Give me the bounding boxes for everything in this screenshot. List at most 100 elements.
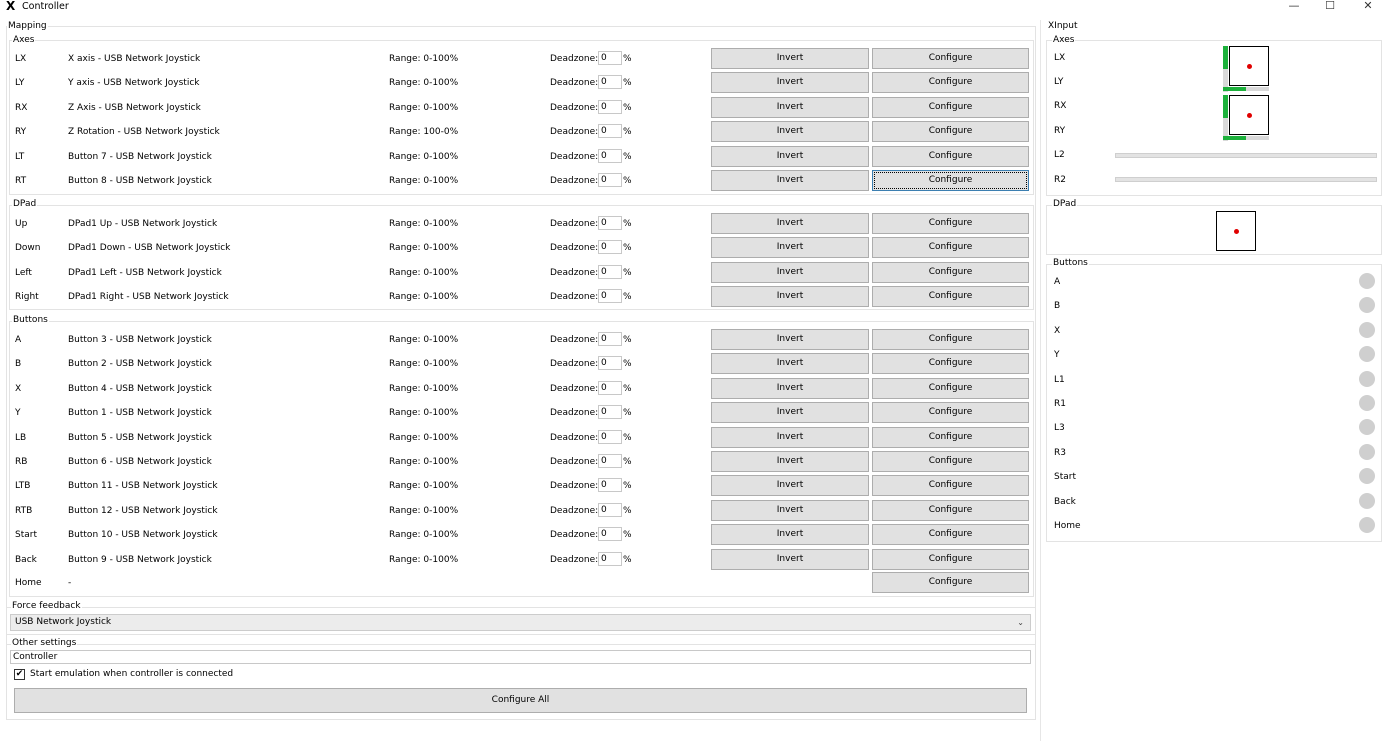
configure-all-button[interactable]: Configure All — [14, 688, 1027, 713]
deadzone-label: Deadzone: — [550, 78, 599, 89]
deadzone-input[interactable]: 0 — [598, 454, 622, 468]
deadzone-input[interactable]: 0 — [598, 356, 622, 371]
configure-button[interactable]: Configure — [872, 329, 1029, 350]
percent-label: % — [623, 243, 632, 254]
deadzone-input[interactable]: 0 — [598, 405, 622, 420]
configure-button[interactable]: Configure — [872, 524, 1029, 546]
configure-button[interactable]: Configure — [872, 426, 1029, 448]
invert-button[interactable]: Invert — [711, 426, 869, 448]
invert-button[interactable]: Invert — [711, 329, 869, 350]
deadzone-input[interactable]: 0 — [598, 51, 622, 65]
xinput-button-indicator — [1359, 321, 1375, 338]
deadzone-input[interactable]: 0 — [598, 380, 622, 395]
invert-button[interactable]: Invert — [711, 170, 869, 191]
deadzone-input[interactable]: 0 — [598, 551, 622, 566]
deadzone-input[interactable]: 0 — [598, 99, 622, 114]
configure-button[interactable]: Configure — [872, 213, 1029, 234]
mapping-source: - — [68, 578, 72, 588]
invert-button[interactable]: Invert — [711, 475, 869, 497]
deadzone-input[interactable]: 0 — [598, 264, 622, 279]
configure-button[interactable]: Configure — [872, 377, 1029, 399]
configure-button[interactable]: Configure — [872, 353, 1029, 375]
close-button[interactable]: ✕ — [1350, 0, 1386, 14]
configure-button[interactable]: Configure — [872, 237, 1029, 259]
mapping-range: Range: 0-100% — [389, 554, 459, 565]
mapping-source: Z Rotation - USB Network Joystick — [68, 127, 220, 138]
configure-button[interactable]: Configure — [872, 499, 1029, 521]
invert-button[interactable]: Invert — [711, 237, 869, 259]
deadzone-input[interactable]: 0 — [598, 240, 622, 255]
deadzone-input[interactable]: 0 — [598, 216, 622, 230]
mapping-code: Y — [15, 408, 21, 419]
xinput-button-label: Back — [1054, 496, 1076, 507]
maximize-button[interactable]: ☐ — [1312, 0, 1348, 14]
configure-button[interactable]: Configure — [872, 475, 1029, 497]
xinput-button-label: L3 — [1054, 423, 1065, 434]
start-emulation-checkbox[interactable]: ✔ — [14, 669, 25, 680]
configure-button[interactable]: Configure — [872, 96, 1029, 118]
configure-button[interactable]: Configure — [872, 145, 1029, 167]
xinput-button-label: L1 — [1054, 374, 1065, 385]
configure-button[interactable]: Configure — [872, 261, 1029, 283]
deadzone-input[interactable]: 0 — [598, 478, 622, 493]
invert-button[interactable]: Invert — [711, 48, 869, 69]
home-configure-button[interactable]: Configure — [872, 572, 1029, 593]
panel-divider — [1040, 20, 1041, 741]
mapping-code: Down — [15, 243, 41, 254]
invert-button[interactable]: Invert — [711, 286, 869, 308]
invert-button[interactable]: Invert — [711, 261, 869, 283]
deadzone-label: Deadzone: — [550, 267, 599, 278]
mapping-range: Range: 0-100% — [389, 267, 459, 278]
xinput-axis-label: RY — [1054, 126, 1066, 136]
configure-button[interactable]: Configure — [872, 121, 1029, 143]
deadzone-label: Deadzone: — [550, 530, 599, 541]
configure-button[interactable]: Configure — [872, 286, 1029, 308]
configure-button[interactable]: Configure — [872, 451, 1029, 472]
xinput-axis-label: LY — [1054, 77, 1064, 87]
deadzone-input[interactable]: 0 — [598, 332, 622, 346]
invert-button[interactable]: Invert — [711, 121, 869, 143]
minimize-button[interactable]: — — [1276, 0, 1312, 14]
invert-button[interactable]: Invert — [711, 499, 869, 521]
mapping-source: Button 10 - USB Network Joystick — [68, 530, 218, 541]
mapping-range: Range: 0-100% — [389, 78, 459, 89]
controller-name-field[interactable]: Controller — [10, 650, 1031, 664]
invert-button[interactable]: Invert — [711, 402, 869, 424]
mapping-range: Range: 0-100% — [389, 219, 459, 229]
left-stick-x-level — [1223, 87, 1246, 91]
invert-button[interactable]: Invert — [711, 213, 869, 234]
mapping-range: Range: 0-100% — [389, 102, 459, 113]
deadzone-input[interactable]: 0 — [598, 502, 622, 517]
force-feedback-select[interactable]: USB Network Joystick ⌄ — [10, 614, 1031, 631]
invert-button[interactable]: Invert — [711, 72, 869, 94]
xinput-button-label: Home — [1054, 521, 1081, 531]
invert-button[interactable]: Invert — [711, 377, 869, 399]
deadzone-input[interactable]: 0 — [598, 75, 622, 90]
right-stick-x-level — [1223, 136, 1246, 140]
deadzone-input[interactable]: 0 — [598, 148, 622, 163]
invert-button[interactable]: Invert — [711, 524, 869, 546]
configure-button[interactable]: Configure — [872, 402, 1029, 424]
invert-button[interactable]: Invert — [711, 145, 869, 167]
invert-button[interactable]: Invert — [711, 353, 869, 375]
configure-button[interactable]: Configure — [872, 72, 1029, 94]
chevron-down-icon: ⌄ — [1017, 618, 1024, 627]
deadzone-input[interactable]: 0 — [598, 289, 622, 304]
mapping-source: X axis - USB Network Joystick — [68, 54, 201, 64]
mapping-range: Range: 0-100% — [389, 54, 459, 64]
mapping-source: DPad1 Right - USB Network Joystick — [68, 292, 229, 303]
mapping-source: DPad1 Up - USB Network Joystick — [68, 219, 218, 229]
invert-button[interactable]: Invert — [711, 548, 869, 570]
deadzone-input[interactable]: 0 — [598, 527, 622, 542]
deadzone-input[interactable]: 0 — [598, 429, 622, 444]
mapping-row-lb: LB Button 5 - USB Network Joystick Range: … — [0, 426, 1030, 449]
invert-button[interactable]: Invert — [711, 451, 869, 472]
deadzone-input[interactable]: 0 — [598, 124, 622, 139]
invert-button[interactable]: Invert — [711, 96, 869, 118]
deadzone-input[interactable]: 0 — [598, 173, 622, 187]
configure-button[interactable]: Configure — [872, 170, 1029, 191]
mapping-row-a: A Button 3 - USB Network Joystick Range: 0… — [0, 329, 1030, 351]
l2-trigger-bar — [1115, 153, 1377, 158]
configure-button[interactable]: Configure — [872, 48, 1029, 69]
configure-button[interactable]: Configure — [872, 548, 1029, 570]
